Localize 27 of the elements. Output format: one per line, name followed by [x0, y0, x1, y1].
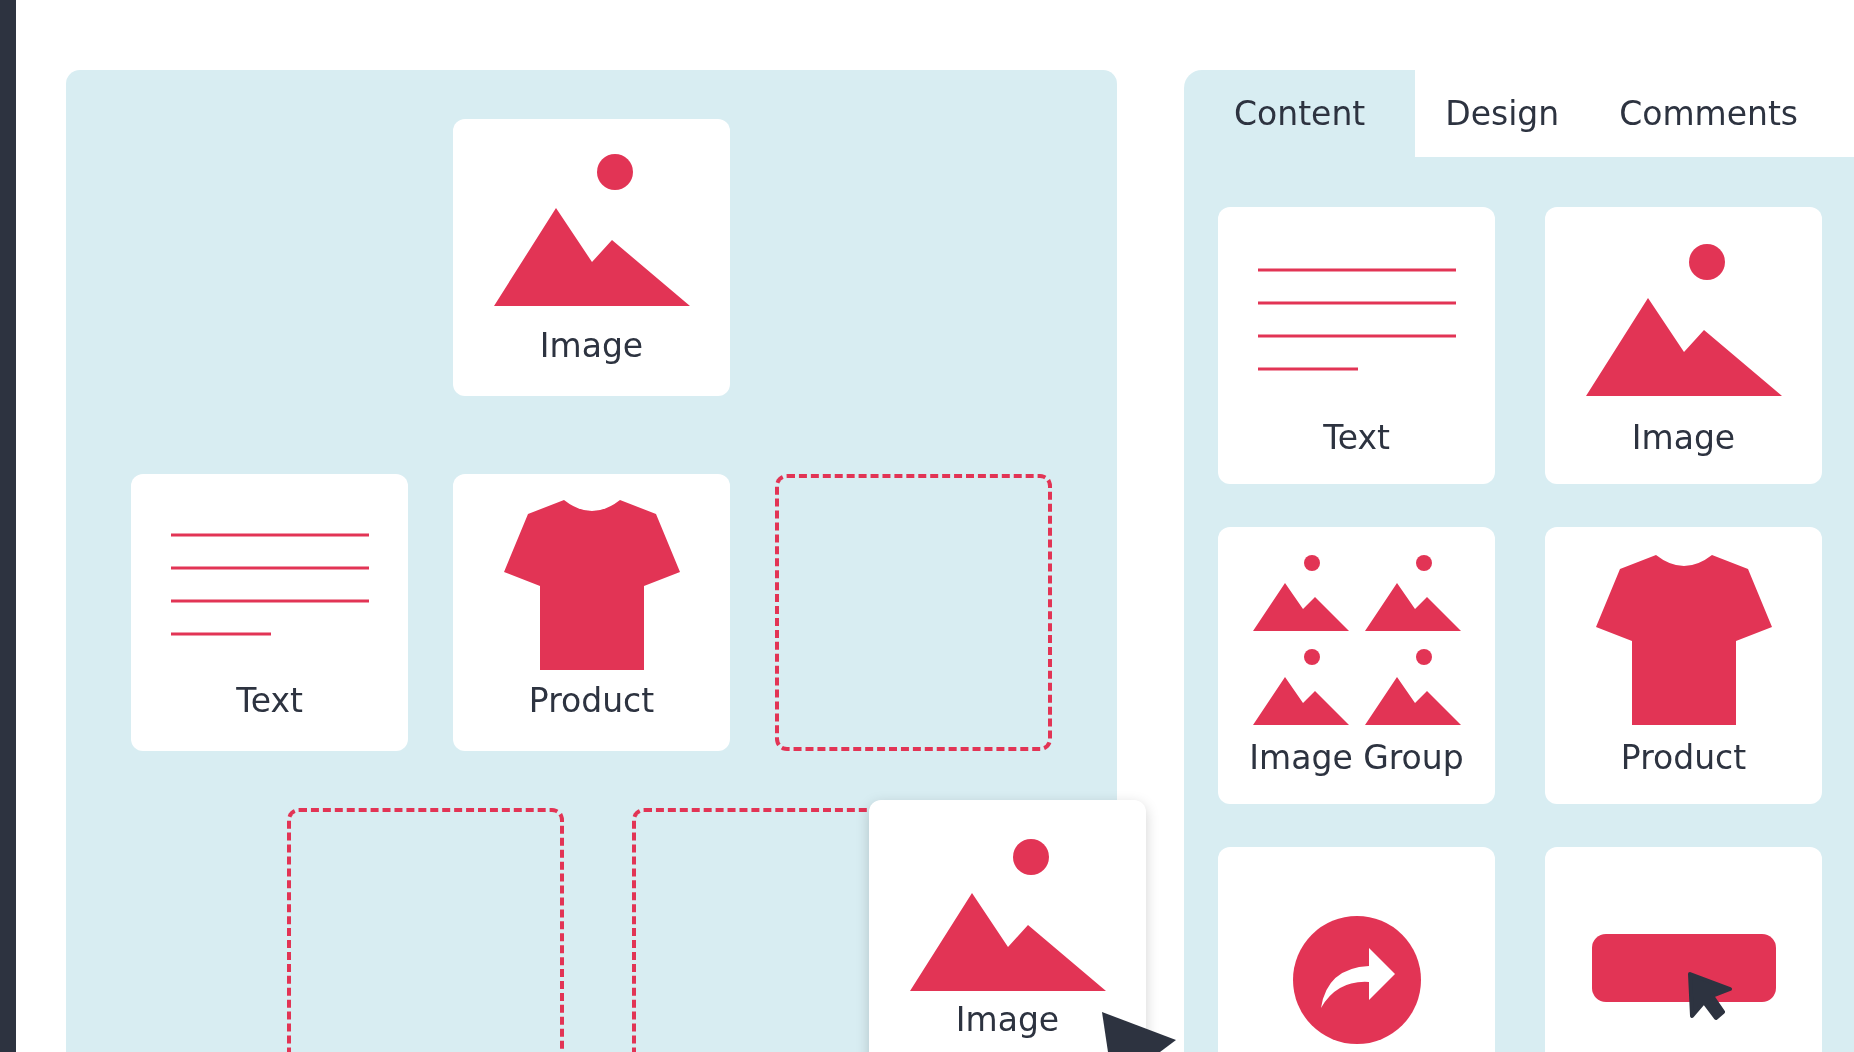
- text-lines-icon: [170, 532, 369, 637]
- tab[interactable]: Content: [1184, 70, 1416, 157]
- block-card[interactable]: Image: [1545, 207, 1822, 484]
- block-card[interactable]: Product: [453, 474, 730, 751]
- block-card[interactable]: Image: [453, 119, 730, 396]
- block-card[interactable]: Text: [131, 474, 408, 751]
- t-shirt-icon: [503, 499, 680, 670]
- image-icon: [909, 839, 1106, 991]
- block-card[interactable]: Product: [1545, 527, 1822, 804]
- share-icon: [1292, 915, 1421, 1044]
- block-card[interactable]: [1545, 847, 1822, 1052]
- block-label: Text: [1323, 418, 1390, 458]
- block-label: Text: [236, 681, 303, 721]
- image-icon: [1585, 243, 1782, 396]
- block-label: Image Group: [1249, 738, 1464, 778]
- block-label: Image: [955, 1000, 1060, 1040]
- block-label: Product: [528, 681, 655, 721]
- block-card[interactable]: Image Group: [1218, 527, 1495, 804]
- block-label: Image: [1631, 418, 1736, 458]
- t-shirt-icon: [1595, 554, 1772, 725]
- block-label: Product: [1620, 738, 1747, 778]
- block-card[interactable]: Text: [1218, 207, 1495, 484]
- block-label: Image: [539, 326, 644, 366]
- text-lines-icon: [1257, 267, 1456, 372]
- image-icon: [493, 153, 690, 306]
- block-card[interactable]: Image: [869, 800, 1146, 1052]
- image-group-icon: [1252, 554, 1461, 725]
